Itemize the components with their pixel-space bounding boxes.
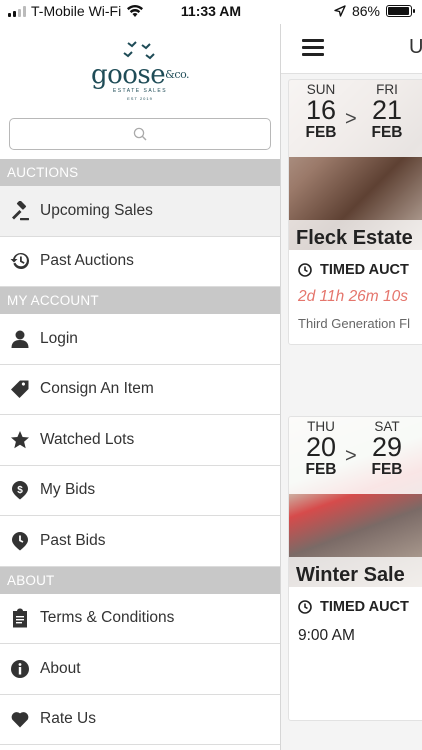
date-start: SUN 16 FEB xyxy=(303,82,339,142)
birds-logo-icon xyxy=(123,40,155,59)
battery-level-fill xyxy=(388,7,409,15)
sidebar-item-label: Rate Us xyxy=(40,710,96,728)
sidebar-item-label: Watched Lots xyxy=(40,430,135,448)
topbar-title-fragment: U xyxy=(409,36,422,58)
sidebar-item-about[interactable]: About xyxy=(0,644,280,695)
sale-type: TIMED AUCT xyxy=(298,262,422,278)
logo-subtitle: ESTATE SALES xyxy=(112,87,168,94)
tag-icon xyxy=(10,379,30,399)
main-content: U SUN 16 FEB > FRI 21 FEB Fleck Estate T… xyxy=(281,24,422,750)
sidebar-item-rate-us[interactable]: Rate Us xyxy=(0,695,280,745)
logo-mark: &co. xyxy=(165,67,190,81)
sale-type-label: TIMED AUCT xyxy=(320,599,409,615)
hamburger-menu-icon[interactable] xyxy=(302,39,324,57)
sidebar-item-label: Terms & Conditions xyxy=(40,609,175,627)
sidebar-item-label: Consign An Item xyxy=(40,380,154,398)
user-icon xyxy=(10,329,30,349)
section-header-about: ABOUT xyxy=(0,566,280,594)
heart-icon xyxy=(10,709,30,729)
sale-subtitle: Third Generation Fl xyxy=(298,316,410,331)
logo-established: EST 2019 xyxy=(127,95,153,101)
sale-card[interactable]: SUN 16 FEB > FRI 21 FEB Fleck Estate TIM… xyxy=(288,79,422,345)
sale-details: TIMED AUCT 2d 11h 26m 10s Third Generati… xyxy=(289,256,422,331)
sidebar-drawer: goose&co. ESTATE SALES EST 2019 AUCTIONS… xyxy=(0,24,281,750)
sale-card[interactable]: THU 20 FEB > SAT 29 FEB Winter Sale TIME… xyxy=(288,416,422,721)
info-icon xyxy=(10,659,30,679)
sale-details: TIMED AUCT 9:00 AM xyxy=(289,593,422,645)
battery-icon xyxy=(386,5,415,17)
end-day: 21 xyxy=(371,95,403,125)
svg-text:$: $ xyxy=(17,485,23,496)
history-icon xyxy=(10,251,30,271)
sale-type: TIMED AUCT xyxy=(298,599,422,615)
sidebar-item-upcoming-sales[interactable]: Upcoming Sales xyxy=(0,186,280,237)
date-end: FRI 21 FEB xyxy=(369,82,405,142)
battery-percent: 86% xyxy=(351,3,380,19)
sale-type-label: TIMED AUCT xyxy=(320,262,409,278)
section-header-auctions: AUCTIONS xyxy=(0,159,280,186)
sidebar-item-past-bids[interactable]: Past Bids xyxy=(0,516,280,567)
clock-icon xyxy=(298,263,312,277)
sidebar-item-login[interactable]: Login xyxy=(0,314,280,365)
date-range: THU 20 FEB > SAT 29 FEB xyxy=(289,417,422,494)
logo-wordmark: goose&co. xyxy=(90,59,190,90)
status-right: 86% xyxy=(334,3,415,19)
sidebar-item-label: Login xyxy=(40,329,78,347)
start-day: 16 xyxy=(305,95,337,125)
clock-pin-icon xyxy=(10,531,30,551)
section-header-my-account: MY ACCOUNT xyxy=(0,287,280,314)
end-day: 29 xyxy=(371,432,403,462)
start-day: 20 xyxy=(305,432,337,462)
sidebar-item-label: My Bids xyxy=(40,481,96,499)
sale-title: Winter Sale xyxy=(289,557,422,593)
logo-word: goose xyxy=(90,59,166,90)
sidebar-item-label: Past Bids xyxy=(40,531,106,549)
star-icon xyxy=(10,430,30,450)
sidebar-item-my-bids[interactable]: $ My Bids xyxy=(0,466,280,516)
brand-logo[interactable]: goose&co. ESTATE SALES EST 2019 xyxy=(0,24,280,116)
start-month: FEB xyxy=(305,124,337,141)
sidebar-item-label: Past Auctions xyxy=(40,252,134,270)
start-month: FEB xyxy=(305,461,337,478)
sale-start-time: 9:00 AM xyxy=(298,627,355,644)
location-arrow-icon xyxy=(334,5,346,17)
end-month: FEB xyxy=(371,124,403,141)
sale-title: Fleck Estate xyxy=(289,220,422,256)
dollar-pin-icon: $ xyxy=(10,480,30,500)
date-arrow: > xyxy=(345,445,357,467)
end-month: FEB xyxy=(371,461,403,478)
top-bar: U xyxy=(281,24,422,74)
clipboard-icon xyxy=(10,608,30,628)
sidebar-item-watched-lots[interactable]: Watched Lots xyxy=(0,415,280,466)
countdown-timer: 2d 11h 26m 10s xyxy=(298,288,409,305)
date-end: SAT 29 FEB xyxy=(369,419,405,479)
date-arrow: > xyxy=(345,108,357,130)
sidebar-item-label: Upcoming Sales xyxy=(40,201,153,219)
sidebar-item-label: About xyxy=(40,659,81,677)
status-bar: T-Mobile Wi-Fi 11:33 AM 86% xyxy=(0,0,422,24)
clock-icon xyxy=(298,600,312,614)
search-field[interactable] xyxy=(9,118,271,150)
sidebar-item-past-auctions[interactable]: Past Auctions xyxy=(0,237,280,287)
sidebar-item-terms-conditions[interactable]: Terms & Conditions xyxy=(0,594,280,644)
date-start: THU 20 FEB xyxy=(303,419,339,479)
gavel-icon xyxy=(10,200,30,221)
sidebar-item-consign-an-item[interactable]: Consign An Item xyxy=(0,365,280,415)
date-range: SUN 16 FEB > FRI 21 FEB xyxy=(289,80,422,157)
